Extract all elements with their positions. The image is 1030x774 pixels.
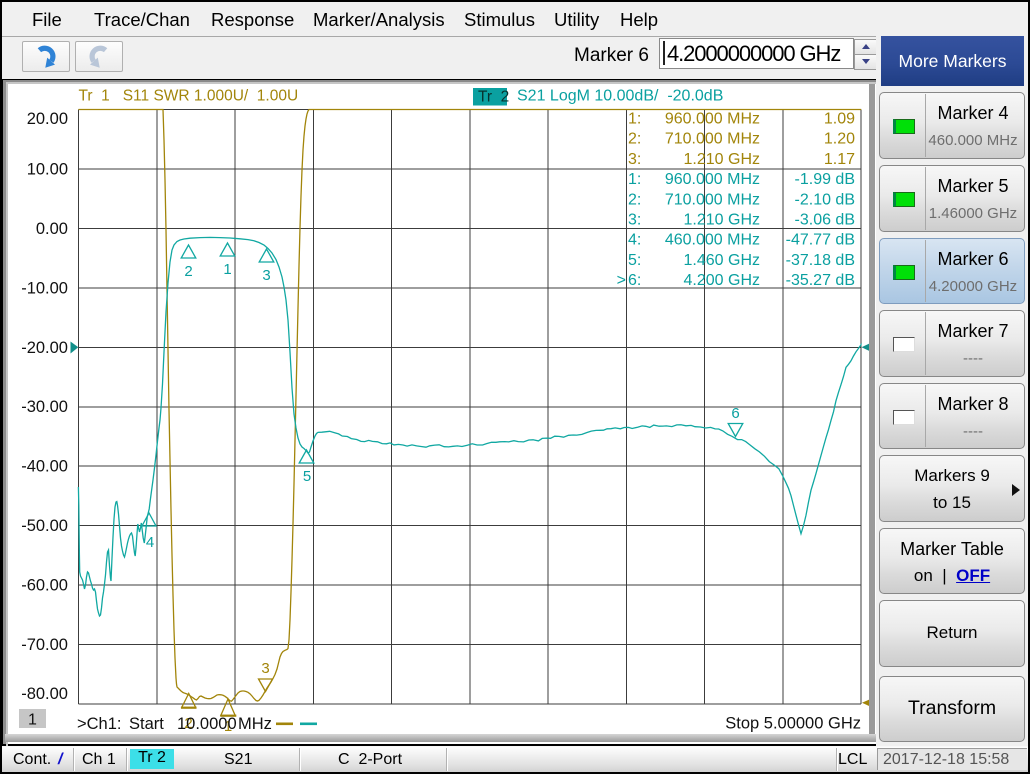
svg-text:4:: 4: bbox=[628, 232, 641, 249]
svg-text:6:: 6: bbox=[628, 272, 641, 289]
svg-text:2: 2 bbox=[184, 263, 192, 280]
svg-text:4: 4 bbox=[146, 534, 154, 551]
svg-text:-3.06 dB: -3.06 dB bbox=[795, 212, 855, 229]
svg-text:Stop 5.00000 GHz: Stop 5.00000 GHz bbox=[725, 715, 861, 733]
svg-text:-40.00: -40.00 bbox=[21, 458, 68, 476]
svg-text:2:: 2: bbox=[628, 191, 641, 208]
svg-text:10.0000: 10.0000 bbox=[177, 715, 237, 733]
svg-text:960.000 MHz: 960.000 MHz bbox=[665, 111, 760, 128]
svg-text:1.17: 1.17 bbox=[824, 151, 855, 168]
svg-text:1.20: 1.20 bbox=[824, 131, 855, 148]
svg-text:-50.00: -50.00 bbox=[21, 517, 68, 535]
svg-text:3:: 3: bbox=[628, 151, 641, 168]
svg-text:1: 1 bbox=[223, 261, 231, 278]
svg-text:2:: 2: bbox=[628, 131, 641, 148]
svg-text:0.00: 0.00 bbox=[36, 220, 68, 238]
svg-text:5: 5 bbox=[303, 468, 311, 485]
svg-text:1.09: 1.09 bbox=[824, 111, 855, 128]
svg-text:-2.10 dB: -2.10 dB bbox=[795, 191, 855, 208]
svg-text:>Ch1:: >Ch1: bbox=[77, 715, 122, 733]
svg-text:Start: Start bbox=[129, 715, 164, 733]
svg-text:MHz: MHz bbox=[238, 715, 272, 733]
svg-text:5:: 5: bbox=[628, 252, 641, 269]
svg-text:3: 3 bbox=[262, 267, 270, 284]
svg-text:3: 3 bbox=[261, 660, 269, 677]
svg-text:710.000 MHz: 710.000 MHz bbox=[665, 191, 760, 208]
svg-text:10.00: 10.00 bbox=[27, 160, 68, 178]
svg-text:-47.77 dB: -47.77 dB bbox=[786, 232, 855, 249]
svg-text:1:: 1: bbox=[628, 171, 641, 188]
svg-text:1.460 GHz: 1.460 GHz bbox=[684, 252, 760, 269]
svg-text:1.210 GHz: 1.210 GHz bbox=[684, 212, 760, 229]
svg-text:1:: 1: bbox=[628, 111, 641, 128]
svg-text:-80.00: -80.00 bbox=[21, 685, 68, 703]
svg-text:-70.00: -70.00 bbox=[21, 636, 68, 654]
svg-text:1: 1 bbox=[28, 712, 37, 729]
svg-text:3:: 3: bbox=[628, 212, 641, 229]
svg-text:4.200 GHz: 4.200 GHz bbox=[684, 272, 760, 289]
svg-text:710.000 MHz: 710.000 MHz bbox=[665, 131, 760, 148]
svg-text:Tr 1 S11 SWR 1.000U/ 1.00U: Tr 1 S11 SWR 1.000U/ 1.00U bbox=[79, 88, 299, 105]
svg-text:-37.18 dB: -37.18 dB bbox=[786, 252, 855, 269]
svg-text:1.210 GHz: 1.210 GHz bbox=[684, 151, 760, 168]
svg-text:-60.00: -60.00 bbox=[21, 577, 68, 595]
svg-text:6: 6 bbox=[731, 405, 739, 422]
svg-text:960.000 MHz: 960.000 MHz bbox=[665, 171, 760, 188]
svg-text:-10.00: -10.00 bbox=[21, 279, 68, 297]
svg-text:460.000 MHz: 460.000 MHz bbox=[665, 232, 760, 249]
svg-text:-20.00: -20.00 bbox=[21, 339, 68, 357]
svg-text:20.00: 20.00 bbox=[27, 110, 68, 128]
svg-text:S21 LogM 10.00dB/ -20.0dB: S21 LogM 10.00dB/ -20.0dB bbox=[517, 88, 723, 105]
svg-text:-30.00: -30.00 bbox=[21, 398, 68, 416]
svg-text:Tr 2: Tr 2 bbox=[478, 89, 509, 106]
svg-text:-1.99 dB: -1.99 dB bbox=[795, 171, 855, 188]
svg-text:-35.27 dB: -35.27 dB bbox=[786, 272, 855, 289]
svg-text:>: > bbox=[617, 272, 626, 289]
